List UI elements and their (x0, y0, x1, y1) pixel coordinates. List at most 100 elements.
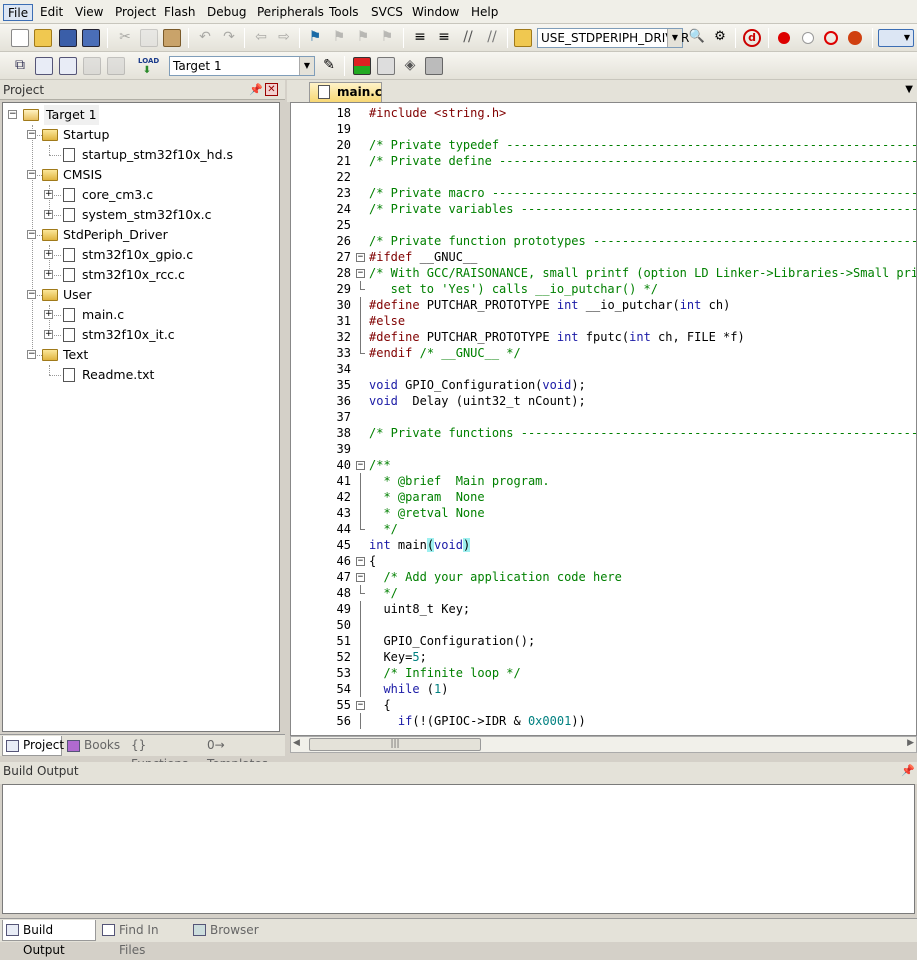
tab-list-chevron-icon[interactable]: ▼ (905, 84, 913, 95)
define-combo[interactable]: USE_STDPERIPH_DRIVER ▼ (537, 28, 689, 48)
prev-bookmark-icon[interactable]: ⚑ (330, 29, 348, 47)
menu-edit[interactable]: Edit (36, 4, 67, 21)
code-line[interactable]: 28−/* With GCC/RAISONANCE, small printf … (291, 265, 916, 281)
close-icon[interactable]: ✕ (265, 83, 278, 96)
horizontal-scrollbar[interactable]: ◀ ||| ▶ (290, 736, 917, 753)
code-line[interactable]: 19 (291, 121, 916, 137)
copy-icon[interactable] (140, 29, 158, 47)
code-editor[interactable]: 18 #include <string.h> 19 20 /* Private type… (290, 102, 917, 736)
code-line[interactable]: 20 /* Private typedef -------------------… (291, 137, 916, 153)
collapse-icon[interactable]: − (27, 230, 36, 239)
fold-toggle-icon[interactable]: − (356, 461, 365, 470)
pack-installer-icon[interactable] (425, 57, 443, 75)
new-file-icon[interactable] (11, 29, 29, 47)
tab-build-output[interactable]: Build Output (2, 920, 96, 957)
uncomment-icon[interactable]: // (483, 29, 501, 47)
code-line[interactable]: 37 (291, 409, 916, 425)
menu-flash[interactable]: Flash (160, 4, 199, 21)
nav-forward-icon[interactable]: ⇨ (275, 29, 293, 47)
code-line[interactable]: 25 (291, 217, 916, 233)
paste-icon[interactable] (163, 29, 181, 47)
tab-project[interactable]: Project (2, 736, 64, 756)
open-file-icon[interactable] (34, 29, 52, 47)
code-line[interactable]: 55− { (291, 697, 916, 713)
insert-breakpoint-icon[interactable] (778, 32, 790, 44)
cut-icon[interactable]: ✂ (116, 29, 134, 47)
tree-group-item[interactable]: − CMSIS (3, 165, 277, 185)
code-line[interactable]: 49 uint8_t Key; (291, 601, 916, 617)
code-line[interactable]: 22 (291, 169, 916, 185)
code-line[interactable]: 56 if(!(GPIOC->IDR & 0x0001)) (291, 713, 916, 729)
tree-file-item[interactable]: Readme.txt (3, 365, 277, 385)
code-line[interactable]: 51 GPIO_Configuration(); (291, 633, 916, 649)
build-icon[interactable] (35, 57, 53, 75)
menu-project[interactable]: Project (111, 4, 160, 21)
batch-build-icon[interactable] (83, 57, 101, 75)
code-line[interactable]: 50 (291, 617, 916, 633)
tab-find-in-files[interactable]: Find In Files (99, 920, 187, 957)
scroll-right-icon[interactable]: ▶ (907, 738, 914, 748)
code-line[interactable]: 44 */ (291, 521, 916, 537)
debug-session-icon[interactable]: d (743, 29, 761, 47)
save-all-icon[interactable] (82, 29, 100, 47)
collapse-icon[interactable]: − (8, 110, 17, 119)
comment-icon[interactable]: // (459, 29, 477, 47)
load-icon[interactable]: LOAD ⬇ (138, 57, 159, 76)
next-bookmark-icon[interactable]: ⚑ (354, 29, 372, 47)
find-icon[interactable]: 🔍 (688, 29, 706, 47)
tree-file-item[interactable]: + stm32f10x_gpio.c (3, 245, 277, 265)
menu-debug[interactable]: Debug (203, 4, 250, 21)
tree-file-item[interactable]: + main.c (3, 305, 277, 325)
code-line[interactable]: 23 /* Private macro ---------------------… (291, 185, 916, 201)
disable-breakpoints-icon[interactable] (824, 31, 838, 45)
collapse-icon[interactable]: − (27, 350, 36, 359)
code-line[interactable]: 36 void Delay (uint32_t nCount); (291, 393, 916, 409)
stop-build-icon[interactable] (107, 57, 125, 75)
target-options-icon[interactable]: ✎ (320, 57, 338, 75)
tree-file-item[interactable]: + stm32f10x_it.c (3, 325, 277, 345)
code-line[interactable]: 38 /* Private functions -----------------… (291, 425, 916, 441)
tab-functions[interactable]: {} Functions (128, 736, 202, 771)
indent-icon[interactable]: ≡ (411, 29, 429, 47)
tree-file-item[interactable]: + stm32f10x_rcc.c (3, 265, 277, 285)
tab-templates[interactable]: 0→ Templates (204, 736, 282, 771)
pin-icon[interactable]: 📌 (901, 762, 915, 780)
code-line[interactable]: 54 while (1) (291, 681, 916, 697)
fold-toggle-icon[interactable]: − (356, 573, 365, 582)
undo-icon[interactable]: ↶ (196, 29, 214, 47)
expand-icon[interactable]: + (44, 330, 53, 339)
redo-icon[interactable]: ↷ (220, 29, 238, 47)
code-line[interactable]: 29 set to 'Yes') calls __io_putchar() */ (291, 281, 916, 297)
tree-group-item[interactable]: − User (3, 285, 277, 305)
menu-window[interactable]: Window (408, 4, 463, 21)
code-line[interactable]: 33 #endif /* __GNUC__ */ (291, 345, 916, 361)
menu-help[interactable]: Help (467, 4, 502, 21)
fold-toggle-icon[interactable]: − (356, 253, 365, 262)
manage-project-items-icon[interactable] (353, 57, 371, 75)
code-line[interactable]: 27− #ifdef __GNUC__ (291, 249, 916, 265)
manage-rte-icon[interactable]: ◈ (401, 57, 419, 75)
fold-toggle-icon[interactable]: − (356, 269, 365, 278)
code-line[interactable]: 18 #include <string.h> (291, 105, 916, 121)
code-line[interactable]: 30 #define PUTCHAR_PROTOTYPE int __io_put… (291, 297, 916, 313)
tree-group-item[interactable]: − Text (3, 345, 277, 365)
fold-toggle-icon[interactable]: − (356, 701, 365, 710)
collapse-icon[interactable]: − (27, 290, 36, 299)
code-line[interactable]: 21 /* Private define --------------------… (291, 153, 916, 169)
code-line[interactable]: 53 /* Infinite loop */ (291, 665, 916, 681)
tree-file-item[interactable]: startup_stm32f10x_hd.s (3, 145, 277, 165)
code-line[interactable]: 45 int main(void) (291, 537, 916, 553)
nav-back-icon[interactable]: ⇦ (252, 29, 270, 47)
window-layout-icon[interactable]: ▼ (878, 29, 914, 47)
expand-icon[interactable]: + (44, 210, 53, 219)
menu-peripherals[interactable]: Peripherals (253, 4, 328, 21)
scroll-left-icon[interactable]: ◀ (293, 738, 300, 748)
kill-breakpoints-icon[interactable] (848, 31, 862, 45)
code-line[interactable]: 24 /* Private variables -----------------… (291, 201, 916, 217)
menu-tools[interactable]: Tools (325, 4, 363, 21)
menu-svcs[interactable]: SVCS (367, 4, 407, 21)
translate-icon[interactable]: ⧉ (11, 57, 29, 75)
menu-view[interactable]: View (71, 4, 107, 21)
collapse-icon[interactable]: − (27, 130, 36, 139)
code-line[interactable]: 48 */ (291, 585, 916, 601)
